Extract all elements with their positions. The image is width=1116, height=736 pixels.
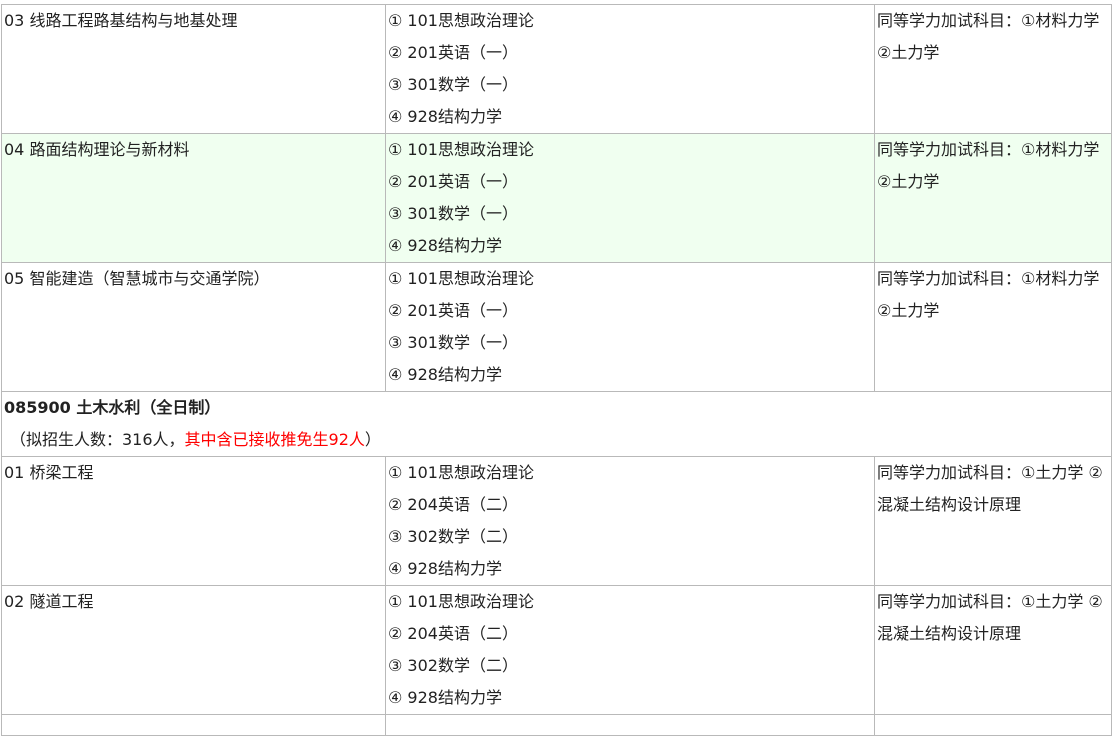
exam-subject: ① 101思想政治理论 — [388, 592, 534, 611]
exam-subject: ④ 928结构力学 — [388, 559, 502, 578]
exam-subject: ④ 928结构力学 — [388, 236, 502, 255]
major-header: 085900 土木水利（全日制） （拟招生人数：316人，其中含已接收推免生92… — [1, 391, 1112, 457]
quota-prefix: （拟招生人数：316人， — [10, 430, 185, 449]
research-direction: 04 路面结构理论与新材料 — [1, 133, 386, 263]
exam-subject: ② 201英语（一） — [388, 301, 518, 320]
table-row: 01 桥梁工程 ① 101思想政治理论 ② 204英语（二） ③ 302数学（二… — [1, 456, 1112, 586]
remark: 同等学力加试科目：①土力学 ②混凝土结构设计原理 — [874, 456, 1112, 586]
research-direction: 01 桥梁工程 — [1, 456, 386, 586]
exam-subjects: ① 101思想政治理论 ② 201英语（一） ③ 301数学（一） ④ 928结… — [385, 133, 875, 263]
table-row: 03 线路工程路基结构与地基处理 ① 101思想政治理论 ② 201英语（一） … — [1, 4, 1112, 134]
table-cell — [874, 714, 1112, 736]
exam-subject: ① 101思想政治理论 — [388, 269, 534, 288]
exam-subject: ① 101思想政治理论 — [388, 140, 534, 159]
exam-subject: ② 204英语（二） — [388, 495, 518, 514]
table-row: 05 智能建造（智慧城市与交通学院） ① 101思想政治理论 ② 201英语（一… — [1, 262, 1112, 392]
remark: 同等学力加试科目：①材料力学 ②土力学 — [874, 4, 1112, 134]
remark: 同等学力加试科目：①材料力学 ②土力学 — [874, 133, 1112, 263]
research-direction: 03 线路工程路基结构与地基处理 — [1, 4, 386, 134]
exam-subjects: ① 101思想政治理论 ② 204英语（二） ③ 302数学（二） ④ 928结… — [385, 585, 875, 715]
exam-subject: ① 101思想政治理论 — [388, 463, 534, 482]
exam-subject: ② 201英语（一） — [388, 43, 518, 62]
remark: 同等学力加试科目：①材料力学 ②土力学 — [874, 262, 1112, 392]
exam-subject: ① 101思想政治理论 — [388, 11, 534, 30]
exam-subject: ③ 302数学（二） — [388, 656, 518, 675]
quota-suffix: ） — [364, 430, 381, 449]
exam-subject: ④ 928结构力学 — [388, 365, 502, 384]
enrollment-quota: （拟招生人数：316人，其中含已接收推免生92人） — [4, 424, 1111, 456]
table-cell — [385, 714, 875, 736]
table-cell — [1, 714, 386, 736]
exam-subject: ② 201英语（一） — [388, 172, 518, 191]
major-header-row: 085900 土木水利（全日制） （拟招生人数：316人，其中含已接收推免生92… — [1, 391, 1112, 457]
quota-recommended: 其中含已接收推免生92人 — [184, 430, 365, 449]
exam-subjects: ① 101思想政治理论 ② 201英语（一） ③ 301数学（一） ④ 928结… — [385, 4, 875, 134]
remark: 同等学力加试科目：①土力学 ②混凝土结构设计原理 — [874, 585, 1112, 715]
research-direction: 05 智能建造（智慧城市与交通学院） — [1, 262, 386, 392]
table-row: 02 隧道工程 ① 101思想政治理论 ② 204英语（二） ③ 302数学（二… — [1, 585, 1112, 715]
exam-subject: ④ 928结构力学 — [388, 688, 502, 707]
exam-subject: ③ 301数学（一） — [388, 75, 518, 94]
exam-subject: ④ 928结构力学 — [388, 107, 502, 126]
enrollment-table: 03 线路工程路基结构与地基处理 ① 101思想政治理论 ② 201英语（一） … — [1, 4, 1112, 736]
exam-subject: ② 204英语（二） — [388, 624, 518, 643]
research-direction: 02 隧道工程 — [1, 585, 386, 715]
exam-subject: ③ 301数学（一） — [388, 333, 518, 352]
exam-subjects: ① 101思想政治理论 ② 204英语（二） ③ 302数学（二） ④ 928结… — [385, 456, 875, 586]
exam-subject: ③ 301数学（一） — [388, 204, 518, 223]
exam-subjects: ① 101思想政治理论 ② 201英语（一） ③ 301数学（一） ④ 928结… — [385, 262, 875, 392]
table-row: 04 路面结构理论与新材料 ① 101思想政治理论 ② 201英语（一） ③ 3… — [1, 133, 1112, 263]
table-row-partial — [1, 714, 1112, 736]
exam-subject: ③ 302数学（二） — [388, 527, 518, 546]
major-title: 085900 土木水利（全日制） — [4, 398, 221, 417]
